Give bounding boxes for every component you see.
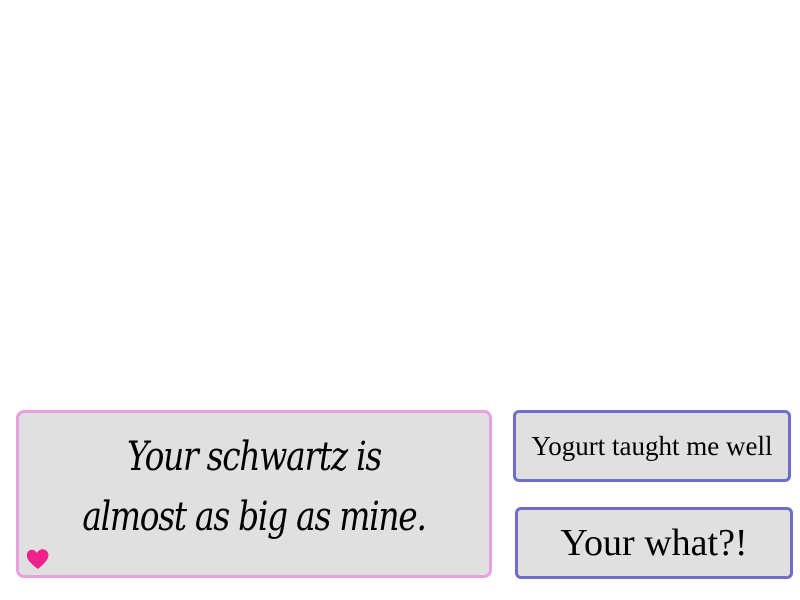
dialogue-text: Your schwartz is almost as big as mine. xyxy=(82,434,427,540)
choice-label: Your what?! xyxy=(560,522,748,564)
dialogue-box: Your schwartz is almost as big as mine. xyxy=(16,410,492,578)
heart-icon xyxy=(26,549,49,569)
game-stage: Your schwartz is almost as big as mine. … xyxy=(0,0,800,600)
choice-button-yogurt[interactable]: Yogurt taught me well xyxy=(513,410,791,482)
choice-button-your-what[interactable]: Your what?! xyxy=(515,507,793,579)
choice-label: Yogurt taught me well xyxy=(531,430,773,461)
